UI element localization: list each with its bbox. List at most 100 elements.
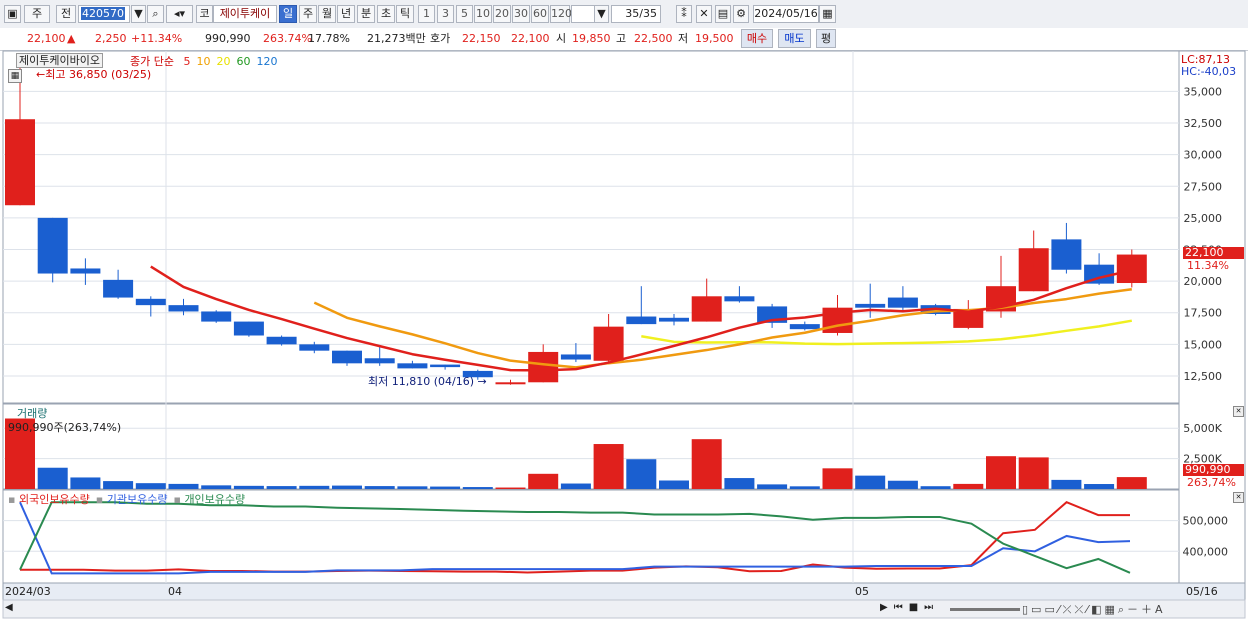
candle-body <box>70 268 101 274</box>
holding-legend-2: 개인보유수량 <box>184 493 246 506</box>
volume-bar <box>430 486 461 489</box>
volume-bar <box>1051 479 1082 489</box>
x-label-end: 05/16 <box>1186 585 1218 598</box>
volume-bar <box>266 486 297 489</box>
hc-value: HC:-40,03 <box>1181 65 1237 78</box>
price-tick-label: 25,000 <box>1184 212 1223 225</box>
candle-body <box>397 363 428 369</box>
candle-body <box>332 350 362 364</box>
candle-body <box>495 382 526 385</box>
volume-bar <box>37 467 68 489</box>
volume-bar <box>70 477 101 489</box>
x-label-may: 05 <box>855 585 869 598</box>
x-label-april: 04 <box>168 585 182 598</box>
zoom-slider[interactable] <box>950 608 1020 611</box>
candle-body <box>168 305 199 312</box>
candle-body <box>135 298 166 306</box>
volume-bar <box>201 485 232 489</box>
candle-body <box>789 324 820 330</box>
candle-body <box>887 297 918 308</box>
volume-rate-tag: 263,74% <box>1187 476 1236 489</box>
volume-bar <box>626 459 657 489</box>
holding-tick-label: 400,000 <box>1183 545 1229 558</box>
candle-body <box>233 321 264 336</box>
candle-body <box>626 316 657 325</box>
candle-body <box>724 296 755 302</box>
legend-marker-1: ▪ <box>95 493 107 506</box>
candle-body <box>299 344 330 351</box>
high-annotation: ←최고 36,850 (03/25) <box>36 68 152 81</box>
price-tick-label: 32,500 <box>1184 117 1223 130</box>
price-tick-label: 35,000 <box>1184 85 1223 98</box>
stock-chart[interactable]: 35,00032,50030,00027,50025,00022,50020,0… <box>0 0 1248 621</box>
candle-body <box>5 119 35 206</box>
ma-period-120: 120 <box>256 55 278 68</box>
scroll-left-icon[interactable]: ◀ <box>5 602 13 613</box>
current-price-tag: 22,100 <box>1183 247 1244 259</box>
holding-legend-1: 기관보유수량 <box>106 493 168 506</box>
volume-bar <box>986 456 1016 489</box>
candle-body <box>430 364 461 368</box>
volume-bar <box>593 444 624 489</box>
candle-body <box>593 326 624 361</box>
close-holding-icon[interactable]: ✕ <box>1233 492 1244 503</box>
playback-controls[interactable]: ▶⏮■⏭ <box>880 602 939 613</box>
holding-legend: ▪ 외국인보유수량 ▪ 기관보유수량 ▪ 개인보유수량 <box>8 491 251 507</box>
volume-bar <box>855 475 886 489</box>
candle-body <box>103 279 134 298</box>
current-rate-tag: 11.34% <box>1187 259 1229 272</box>
volume-bar <box>757 484 788 489</box>
volume-bar <box>103 481 134 489</box>
volume-bar <box>1084 484 1115 489</box>
holding-legend-0: 외국인보유수량 <box>18 493 90 506</box>
drawing-tools[interactable]: ▯▭▭⁄⤫⤫⁄◧▦⌕－＋A <box>1022 601 1166 617</box>
close-volume-icon[interactable]: ✕ <box>1233 406 1244 417</box>
candle-body <box>1116 254 1147 284</box>
candle-body <box>691 296 722 322</box>
volume-tick-label: 5,000K <box>1183 422 1222 435</box>
volume-bar <box>135 483 166 489</box>
candle-body <box>659 317 689 322</box>
volume-bar <box>168 483 199 489</box>
candle-body <box>266 336 297 345</box>
volume-bar <box>332 485 362 489</box>
volume-bar <box>560 483 591 489</box>
candle-body <box>201 311 232 322</box>
volume-bar <box>495 487 526 489</box>
volume-bar <box>789 486 820 489</box>
volume-bar <box>462 487 493 489</box>
volume-annotation: 990,990주(263,74%) <box>8 421 122 434</box>
candle-body <box>855 303 886 308</box>
price-tick-label: 20,000 <box>1184 275 1223 288</box>
volume-bar <box>397 486 428 489</box>
volume-bar <box>691 439 722 489</box>
volume-bar <box>528 473 559 489</box>
volume-bar <box>364 486 395 489</box>
price-panel <box>2 50 1180 404</box>
candle-body <box>37 217 68 274</box>
volume-bar <box>233 485 264 489</box>
volume-bar <box>659 480 689 489</box>
volume-bar <box>822 468 853 489</box>
low-annotation: 최저 11,810 (04/16) → <box>368 375 487 388</box>
volume-bar <box>920 486 951 489</box>
price-tick-label: 30,000 <box>1184 149 1223 162</box>
volume-bar <box>299 485 330 489</box>
volume-value-tag: 990,990 <box>1183 464 1244 476</box>
price-tick-label: 12,500 <box>1184 370 1223 383</box>
ma-period-20: 20 <box>216 55 231 68</box>
ma-legend: 종가 단순 5 10 20 60 120 <box>130 53 277 69</box>
x-axis <box>2 582 1246 601</box>
volume-bar <box>887 480 918 489</box>
ma-period-5: 5 <box>183 55 191 68</box>
volume-bar <box>724 478 755 489</box>
x-label-march: 2024/03 <box>5 585 51 598</box>
price-tick-label: 17,500 <box>1184 307 1223 320</box>
calendar-small-icon[interactable]: ▦ <box>8 69 22 83</box>
candle-body <box>364 358 395 364</box>
ma-period-60: 60 <box>236 55 251 68</box>
price-tick-label: 27,500 <box>1184 180 1223 193</box>
candle-body <box>560 354 591 360</box>
legend-marker-2: ▪ <box>173 493 185 506</box>
volume-bar <box>1018 457 1049 489</box>
